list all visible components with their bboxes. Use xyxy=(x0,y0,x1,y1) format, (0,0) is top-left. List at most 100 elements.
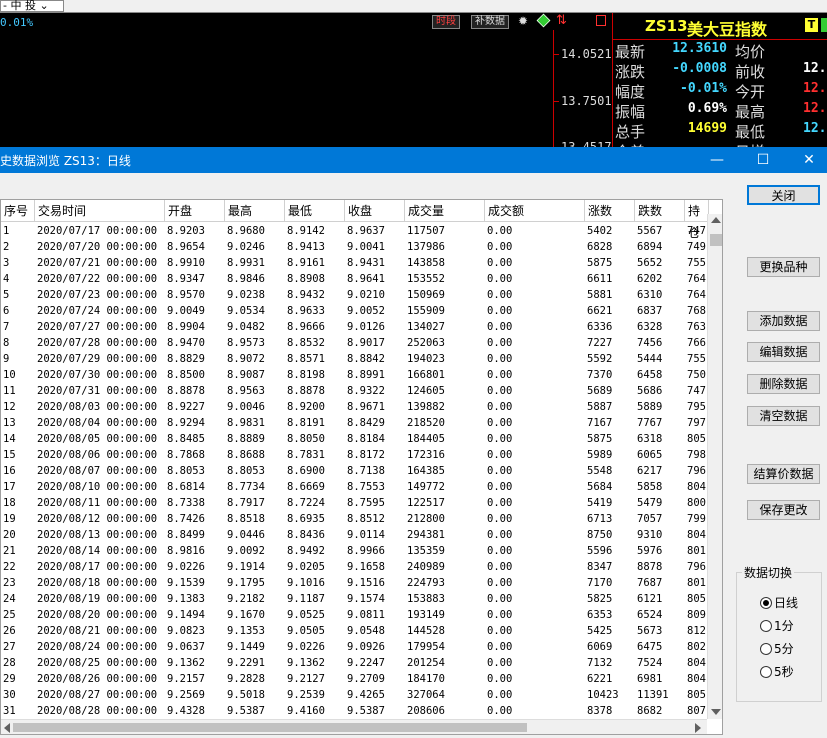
column-header[interactable]: 收盘 xyxy=(345,200,405,222)
table-cell: 8347 xyxy=(587,561,613,573)
table-row[interactable]: 17 2020/08/10 00:00:00 8.6814 8.7734 8.6669 8… xyxy=(1,479,709,495)
table-cell: 797 xyxy=(687,417,706,429)
column-header[interactable]: 最高 xyxy=(225,200,285,222)
table-row[interactable]: 9 2020/07/29 00:00:00 8.8829 8.9072 8.8571 8.… xyxy=(1,351,709,367)
table-row[interactable]: 30 2020/08/27 00:00:00 9.2569 9.5018 9.2539 9… xyxy=(1,687,709,703)
edit-data-button[interactable]: 编辑数据 xyxy=(747,342,820,362)
table-cell: 7170 xyxy=(587,577,613,589)
table-row[interactable]: 3 2020/07/21 00:00:00 8.9910 8.9931 8.9161 8.… xyxy=(1,255,709,271)
table-row[interactable]: 15 2020/08/06 00:00:00 8.7868 8.8688 8.7831 8… xyxy=(1,447,709,463)
table-cell: 8.7553 xyxy=(347,481,385,493)
table-row[interactable]: 5 2020/07/23 00:00:00 8.9570 9.0238 8.9432 9.… xyxy=(1,287,709,303)
table-row[interactable]: 20 2020/08/13 00:00:00 8.8499 9.0446 8.8436 9… xyxy=(1,527,709,543)
table-row[interactable]: 21 2020/08/14 00:00:00 8.9816 9.0092 8.9492 8… xyxy=(1,543,709,559)
sort-arrow-icon[interactable]: ⇅ xyxy=(556,13,567,28)
column-header[interactable]: 涨数 xyxy=(585,200,635,222)
table-row[interactable]: 7 2020/07/27 00:00:00 8.9904 9.0482 8.9666 9.… xyxy=(1,319,709,335)
maximize-icon[interactable]: ☐ xyxy=(740,147,786,173)
table-cell: 8.8053 xyxy=(227,465,265,477)
table-cell: 8.9413 xyxy=(287,241,325,253)
table-row[interactable]: 26 2020/08/21 00:00:00 9.0823 9.1353 9.0505 9… xyxy=(1,623,709,639)
add-data-button[interactable]: 添加数据 xyxy=(747,311,820,331)
radio-circle-icon[interactable] xyxy=(760,643,772,655)
close-icon[interactable]: ✕ xyxy=(786,147,827,173)
column-header[interactable]: 跌数 xyxy=(635,200,685,222)
column-header[interactable]: 成交量 xyxy=(405,200,485,222)
table-cell: 14 xyxy=(3,433,16,445)
table-row[interactable]: 10 2020/07/30 00:00:00 8.8500 8.9087 8.8198 8… xyxy=(1,367,709,383)
radio-circle-icon[interactable] xyxy=(760,666,772,678)
minimize-icon[interactable]: — xyxy=(694,147,740,173)
table-cell: 8.9633 xyxy=(287,305,325,317)
column-header[interactable]: 成交额 xyxy=(485,200,585,222)
table-row[interactable]: 8 2020/07/28 00:00:00 8.9470 8.9573 8.8532 8.… xyxy=(1,335,709,351)
table-row[interactable]: 31 2020/08/28 00:00:00 9.4328 9.5387 9.4160 9… xyxy=(1,703,709,719)
table-row[interactable]: 2 2020/07/20 00:00:00 8.9654 9.0246 8.9413 9.… xyxy=(1,239,709,255)
table-row[interactable]: 23 2020/08/18 00:00:00 9.1539 9.1795 9.1016 9… xyxy=(1,575,709,591)
price-level-label: 13.7501 xyxy=(561,94,612,108)
column-header[interactable]: 持仓 xyxy=(685,200,709,240)
scroll-down-icon[interactable] xyxy=(711,709,721,715)
table-row[interactable]: 4 2020/07/22 00:00:00 8.9347 8.9846 8.8908 8.… xyxy=(1,271,709,287)
session-button[interactable]: 时段 xyxy=(432,15,460,29)
scroll-left-icon[interactable] xyxy=(4,723,10,733)
table-row[interactable]: 12 2020/08/03 00:00:00 8.9227 9.0046 8.9200 8… xyxy=(1,399,709,415)
table-cell: 218520 xyxy=(407,417,445,429)
table-row[interactable]: 16 2020/08/07 00:00:00 8.8053 8.8053 8.6900 8… xyxy=(1,463,709,479)
table-cell: 194023 xyxy=(407,353,445,365)
table-row[interactable]: 24 2020/08/19 00:00:00 9.1383 9.2182 9.1187 9… xyxy=(1,591,709,607)
column-header[interactable]: 最低 xyxy=(285,200,345,222)
radio-circle-icon[interactable] xyxy=(760,597,772,609)
expand-square-icon[interactable] xyxy=(596,15,606,26)
table-row[interactable]: 13 2020/08/04 00:00:00 8.9294 8.9831 8.8191 8… xyxy=(1,415,709,431)
fill-data-button[interactable]: 补数据 xyxy=(471,15,509,29)
table-row[interactable]: 27 2020/08/24 00:00:00 9.0637 9.1449 9.0226 9… xyxy=(1,639,709,655)
radio-option[interactable]: 1分 xyxy=(760,618,794,634)
column-header[interactable]: 交易时间 xyxy=(35,200,165,222)
table-cell: 6121 xyxy=(637,593,663,605)
table-row[interactable]: 18 2020/08/11 00:00:00 8.7338 8.7917 8.7224 8… xyxy=(1,495,709,511)
table-cell: 8.7734 xyxy=(227,481,265,493)
horizontal-scrollbar[interactable] xyxy=(1,719,707,734)
table-cell: 8.9573 xyxy=(227,337,265,349)
change-symbol-button[interactable]: 更换品种 xyxy=(747,257,820,277)
table-row[interactable]: 6 2020/07/24 00:00:00 9.0049 9.0534 8.9633 9.… xyxy=(1,303,709,319)
radio-option[interactable]: 日线 xyxy=(760,595,798,611)
clear-data-button[interactable]: 清空数据 xyxy=(747,406,820,426)
table-row[interactable]: 11 2020/07/31 00:00:00 8.8878 8.9563 8.8878 8… xyxy=(1,383,709,399)
vertical-scrollbar[interactable] xyxy=(707,214,722,719)
settlement-data-button[interactable]: 结算价数据 xyxy=(747,464,820,484)
vertical-scroll-thumb[interactable] xyxy=(710,234,722,246)
column-header[interactable]: 开盘 xyxy=(165,200,225,222)
horizontal-scroll-thumb[interactable] xyxy=(13,723,527,732)
history-data-dialog: 史数据浏览 ZS13：日线 — ☐ ✕ 序号 交易时间 开盘 最高 最低 收盘 成交量 成交额… xyxy=(0,147,827,738)
delete-data-button[interactable]: 删除数据 xyxy=(747,374,820,394)
data-grid[interactable]: 序号 交易时间 开盘 最高 最低 收盘 成交量 成交额 涨数 跌数 持仓 1 2020/07/17 0… xyxy=(0,199,723,735)
table-cell: 9.0548 xyxy=(347,625,385,637)
radio-circle-icon[interactable] xyxy=(760,620,772,632)
radio-option[interactable]: 5分 xyxy=(760,641,794,657)
save-changes-button[interactable]: 保存更改 xyxy=(747,500,820,520)
table-row[interactable]: 1 2020/07/17 00:00:00 8.9203 8.9680 8.9142 8.… xyxy=(1,223,709,239)
table-row[interactable]: 28 2020/08/25 00:00:00 9.1362 9.2291 9.1362 9… xyxy=(1,655,709,671)
table-row[interactable]: 22 2020/08/17 00:00:00 9.0226 9.1914 9.0205 9… xyxy=(1,559,709,575)
dialog-titlebar[interactable]: 史数据浏览 ZS13：日线 — ☐ ✕ xyxy=(0,147,827,173)
radio-option[interactable]: 5秒 xyxy=(760,664,794,680)
table-cell: 2020/08/13 00:00:00 xyxy=(37,529,158,541)
table-row[interactable]: 19 2020/08/12 00:00:00 8.7426 8.8518 8.6935 8… xyxy=(1,511,709,527)
table-cell: 0.00 xyxy=(487,417,513,429)
close-button[interactable]: 关闭 xyxy=(747,185,820,205)
table-cell: 122517 xyxy=(407,497,445,509)
period-selector[interactable]: - 中 投 ⌄ xyxy=(0,0,64,12)
scroll-right-icon[interactable] xyxy=(695,723,701,733)
table-row[interactable]: 25 2020/08/20 00:00:00 9.1494 9.1670 9.0525 9… xyxy=(1,607,709,623)
column-header[interactable]: 序号 xyxy=(1,200,35,222)
quote-value: 0.69% xyxy=(687,101,727,116)
table-row[interactable]: 14 2020/08/05 00:00:00 8.8485 8.8889 8.8050 8… xyxy=(1,431,709,447)
table-cell: 0.00 xyxy=(487,561,513,573)
table-row[interactable]: 29 2020/08/26 00:00:00 9.2157 9.2828 9.2127 9… xyxy=(1,671,709,687)
scroll-up-icon[interactable] xyxy=(711,217,721,223)
table-cell: 2020/07/24 00:00:00 xyxy=(37,305,158,317)
table-cell: 5444 xyxy=(637,353,663,365)
settings-gear-icon[interactable]: ✹ xyxy=(518,14,528,28)
